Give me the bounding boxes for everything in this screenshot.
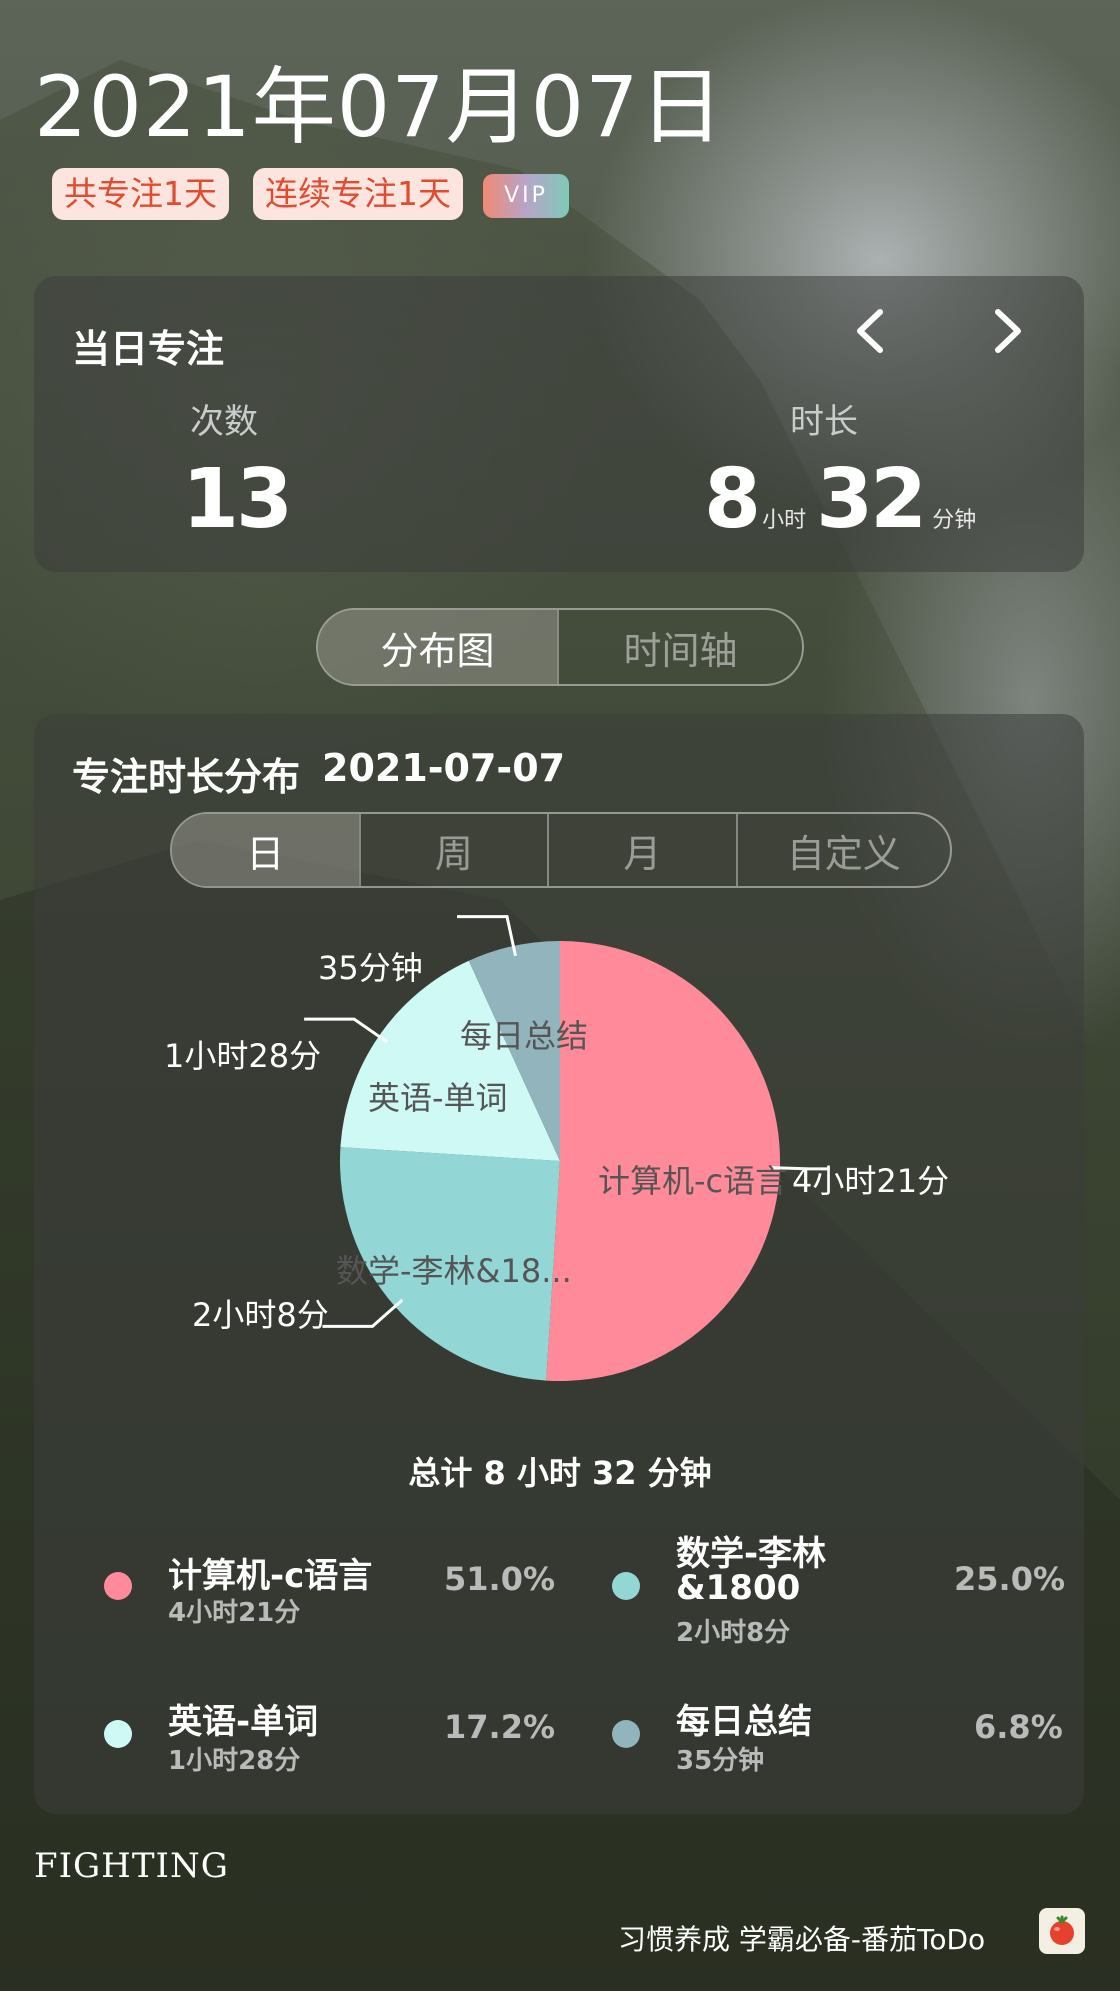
legend-duration: 1小时28分 — [168, 1746, 301, 1776]
slice-name-english: 英语-单词 — [368, 1079, 508, 1117]
total-duration: 总计 8 小时 32 分钟 — [408, 1454, 712, 1492]
legend-percent: 51.0% — [444, 1560, 556, 1598]
app-slogan: 习惯养成 学霸必备-番茄ToDo — [618, 1923, 986, 1956]
slice-name-daily-summary: 每日总结 — [460, 1017, 589, 1055]
pie-label-english-duration: 1小时28分 — [164, 1037, 322, 1075]
legend-dot — [104, 1572, 132, 1600]
legend-dot — [612, 1720, 640, 1748]
pie-label-daily-summary-duration: 35分钟 — [318, 949, 423, 987]
legend-percent: 25.0% — [954, 1560, 1066, 1598]
legend-name: 英语-单词 — [168, 1702, 319, 1742]
legend-dot — [612, 1572, 640, 1600]
legend-duration: 2小时8分 — [676, 1618, 791, 1648]
legend-dot — [104, 1720, 132, 1748]
tomato-icon — [1039, 1908, 1085, 1954]
legend-duration: 4小时21分 — [168, 1598, 301, 1628]
legend-name: 每日总结 — [676, 1702, 812, 1742]
legend-percent: 6.8% — [974, 1708, 1063, 1746]
pie-label-math-duration: 2小时8分 — [192, 1296, 329, 1334]
legend-name: 计算机-c语言 — [168, 1556, 373, 1596]
slice-name-computer: 计算机-c语言 — [598, 1162, 788, 1200]
legend-duration: 35分钟 — [676, 1746, 765, 1776]
slice-name-math: 数学-李林&18... — [336, 1252, 572, 1290]
pie-label-computer-duration: 4小时21分 — [792, 1162, 950, 1200]
pie-chart — [304, 915, 830, 1381]
legend-name-line2: &1800 — [676, 1568, 801, 1608]
legend-percent: 17.2% — [444, 1708, 556, 1746]
leader-line — [322, 1298, 404, 1328]
motto-text: FIGHTING — [34, 1846, 229, 1886]
